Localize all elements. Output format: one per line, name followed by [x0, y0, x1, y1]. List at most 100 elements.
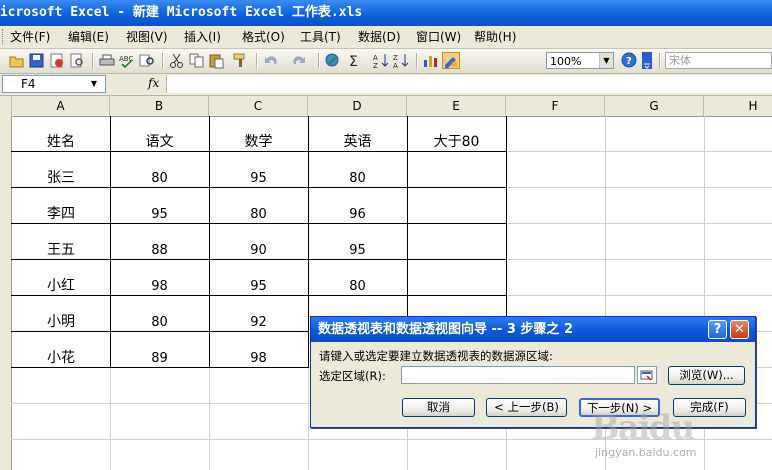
window-title-bar: Microsoft Excel - 新建 Microsoft Excel 工作表…: [0, 0, 772, 26]
cell-b7[interactable]: 89: [110, 349, 209, 385]
format-painter-icon[interactable]: [232, 52, 250, 69]
paste-icon[interactable]: [208, 52, 226, 69]
print-icon[interactable]: [98, 52, 116, 69]
menu-help[interactable]: 帮助(H): [474, 29, 516, 45]
menu-edit[interactable]: 编辑(E): [68, 29, 109, 45]
close-icon[interactable]: ✕: [730, 320, 749, 339]
back-button[interactable]: < 上一步(B): [486, 398, 567, 417]
menu-grip[interactable]: [2, 29, 6, 45]
menu-tools[interactable]: 工具(T): [300, 29, 341, 45]
cell-c4[interactable]: 90: [209, 241, 308, 277]
formula-input[interactable]: [166, 75, 772, 93]
spelling-icon[interactable]: ABC: [118, 52, 136, 69]
svg-text:Z: Z: [393, 54, 398, 62]
copy-icon[interactable]: [188, 52, 206, 69]
column-headers: A B C D E F G H: [0, 96, 772, 117]
column-header-h[interactable]: H: [704, 96, 772, 116]
save-icon[interactable]: [28, 52, 46, 69]
cell-c6[interactable]: 92: [209, 313, 308, 349]
name-box[interactable]: F4 ▼: [2, 75, 106, 93]
menu-format[interactable]: 格式(O): [242, 29, 285, 45]
svg-text:A: A: [373, 54, 378, 62]
range-input[interactable]: [401, 366, 635, 384]
cell-d4[interactable]: 95: [308, 241, 407, 277]
help-icon[interactable]: ?: [708, 320, 727, 339]
svg-text:?: ?: [626, 56, 632, 67]
chevron-down-icon[interactable]: ▼: [599, 53, 613, 68]
cell-b6[interactable]: 80: [110, 313, 209, 349]
cut-icon[interactable]: [168, 52, 186, 69]
cell-c2[interactable]: 95: [209, 169, 308, 205]
sort-ascending-icon[interactable]: AZ: [372, 52, 390, 69]
formula-bar: F4 ▼ fx: [0, 74, 772, 96]
cell-a3[interactable]: 李四: [12, 204, 110, 240]
open-icon[interactable]: [8, 52, 26, 69]
cell-d1[interactable]: 英语: [308, 132, 407, 168]
range-label: 选定区域(R):: [319, 369, 386, 383]
chart-wizard-icon[interactable]: [422, 52, 440, 69]
cell-a7[interactable]: 小花: [12, 348, 110, 384]
sort-descending-icon[interactable]: ZA: [392, 52, 410, 69]
drawing-icon[interactable]: [442, 52, 460, 69]
watermark-logo: Baidu: [591, 408, 695, 448]
column-header-c[interactable]: C: [209, 96, 308, 116]
cell-c1[interactable]: 数学: [209, 132, 308, 168]
column-header-g[interactable]: G: [605, 96, 704, 116]
svg-text:Σ: Σ: [349, 54, 358, 69]
undo-icon[interactable]: [262, 52, 280, 69]
cell-c5[interactable]: 95: [209, 277, 308, 313]
dialog-title: 数据透视表和数据透视图向导 -- 3 步骤之 2: [318, 322, 573, 337]
cell-c7[interactable]: 98: [209, 349, 308, 385]
cell-b1[interactable]: 语文: [110, 132, 209, 168]
research-icon[interactable]: [138, 52, 156, 69]
select-all-corner[interactable]: [0, 96, 12, 116]
svg-text:A: A: [393, 62, 398, 69]
name-box-value: F4: [21, 77, 36, 91]
cell-a5[interactable]: 小红: [12, 276, 110, 312]
autosum-icon[interactable]: Σ: [346, 52, 364, 69]
help-icon[interactable]: ?: [620, 52, 638, 69]
cell-a2[interactable]: 张三: [12, 168, 110, 204]
permission-icon[interactable]: [48, 52, 66, 69]
column-header-d[interactable]: D: [308, 96, 407, 116]
zoom-value: 100%: [550, 55, 582, 68]
cell-d3[interactable]: 96: [308, 205, 407, 241]
watermark-url: jingyan.baidu.com: [595, 446, 697, 459]
font-name-select[interactable]: 宋体: [665, 52, 772, 69]
cell-b4[interactable]: 88: [110, 241, 209, 277]
cell-a4[interactable]: 王五: [12, 240, 110, 276]
cell-b3[interactable]: 95: [110, 205, 209, 241]
cell-a1[interactable]: 姓名: [12, 132, 110, 168]
column-header-b[interactable]: B: [110, 96, 209, 116]
cell-b5[interactable]: 98: [110, 277, 209, 313]
column-header-a[interactable]: A: [12, 96, 110, 116]
chevron-down-icon[interactable]: ▼: [91, 76, 97, 92]
print-preview-icon[interactable]: [68, 52, 86, 69]
hyperlink-icon[interactable]: [324, 52, 342, 69]
dialog-title-bar[interactable]: 数据透视表和数据透视图向导 -- 3 步骤之 2: [311, 317, 755, 342]
row-headers[interactable]: [0, 116, 12, 470]
svg-text:Z: Z: [373, 62, 378, 69]
menu-data[interactable]: 数据(D): [358, 29, 401, 45]
font-name-value: 宋体: [669, 54, 691, 67]
collapse-dialog-icon[interactable]: [637, 366, 657, 384]
zoom-select[interactable]: 100% ▼: [546, 52, 614, 69]
cell-d2[interactable]: 80: [308, 169, 407, 205]
toolbar-options-icon[interactable]: [642, 52, 652, 69]
cell-d5[interactable]: 80: [308, 277, 407, 313]
cell-a6[interactable]: 小明: [12, 312, 110, 348]
cell-e1[interactable]: 大于80: [407, 132, 506, 168]
cell-c3[interactable]: 80: [209, 205, 308, 241]
menu-window[interactable]: 窗口(W): [416, 29, 461, 45]
column-header-e[interactable]: E: [407, 96, 506, 116]
menu-file[interactable]: 文件(F): [10, 29, 50, 45]
menu-insert[interactable]: 插入(I): [184, 29, 221, 45]
redo-icon[interactable]: [290, 52, 308, 69]
browse-button[interactable]: 浏览(W)...: [668, 366, 745, 385]
column-header-f[interactable]: F: [506, 96, 605, 116]
baidu-watermark: Baidu jingyan.baidu.com: [591, 408, 761, 466]
insert-function-icon[interactable]: fx: [148, 76, 159, 90]
cell-b2[interactable]: 80: [110, 169, 209, 205]
menu-view[interactable]: 视图(V): [126, 29, 168, 45]
cancel-button[interactable]: 取消: [402, 398, 475, 417]
